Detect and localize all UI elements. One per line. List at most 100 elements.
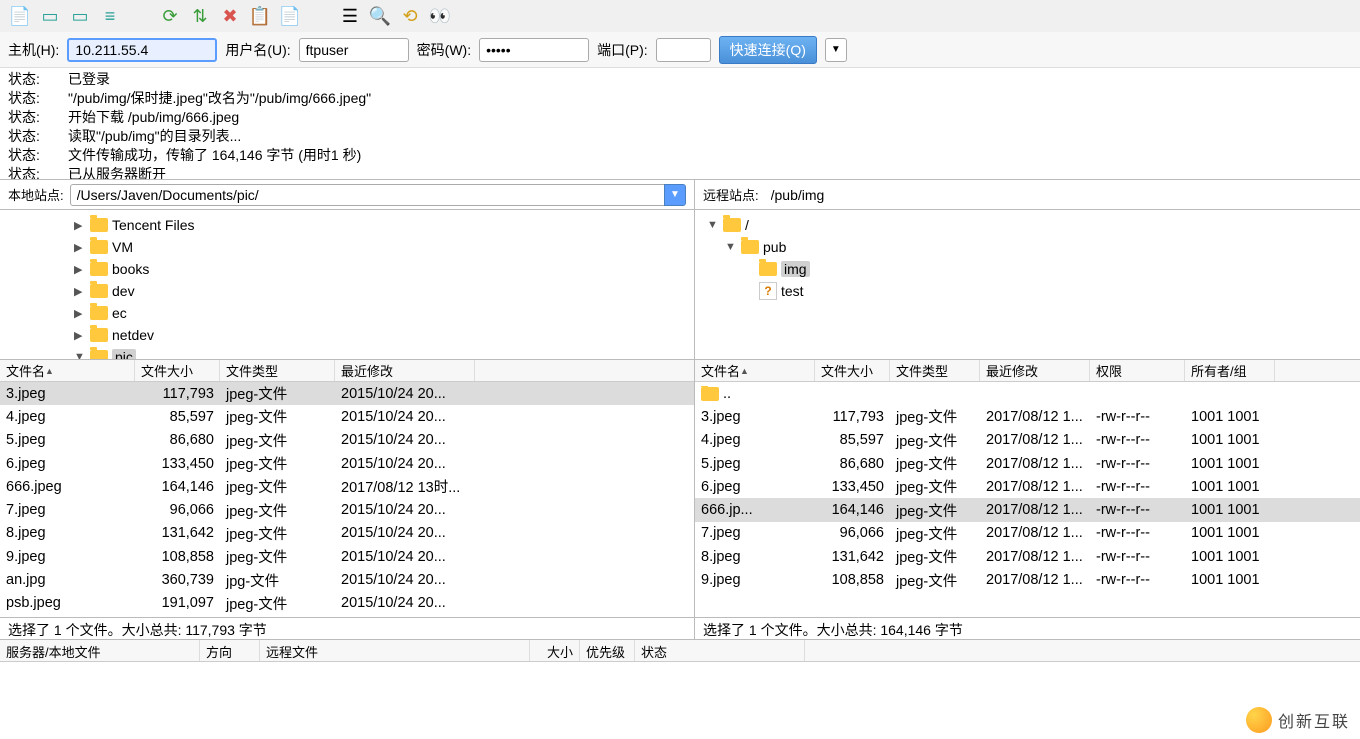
col-remote-file[interactable]: 远程文件 <box>260 640 530 661</box>
file-permissions: -rw-r--r-- <box>1090 456 1185 472</box>
expand-icon[interactable]: ▼ <box>725 241 737 253</box>
expand-icon[interactable]: ▼ <box>74 351 86 359</box>
col-filesize[interactable]: 文件大小 <box>815 360 890 381</box>
file-row[interactable]: 666.jpeg164,146jpeg-文件2017/08/12 13时... <box>0 475 694 498</box>
remote-list-header[interactable]: 文件名 文件大小 文件类型 最近修改 权限 所有者/组 <box>695 360 1360 382</box>
col-size[interactable]: 大小 <box>530 640 580 661</box>
expand-icon[interactable]: ▶ <box>74 241 86 254</box>
expand-icon[interactable]: ▶ <box>74 285 86 298</box>
local-path-dropdown[interactable]: ▼ <box>664 184 686 206</box>
expand-icon[interactable]: ▶ <box>74 307 86 320</box>
file-row[interactable]: 3.jpeg117,793jpeg-文件2015/10/24 20... <box>0 382 694 405</box>
col-filetype[interactable]: 文件类型 <box>890 360 980 381</box>
col-owner[interactable]: 所有者/组 <box>1185 360 1275 381</box>
log-message: 开始下载 /pub/img/666.jpeg <box>68 108 239 127</box>
file-row[interactable]: 666.jp...164,146jpeg-文件2017/08/12 1...-r… <box>695 498 1360 521</box>
file-size: 85,597 <box>815 432 890 448</box>
tree-item[interactable]: ▼pub <box>695 236 1360 258</box>
binoculars-icon[interactable]: 👀 <box>428 4 452 28</box>
refresh-icon[interactable]: ⟳ <box>158 4 182 28</box>
file-row[interactable]: 3.jpeg117,793jpeg-文件2017/08/12 1...-rw-r… <box>695 405 1360 428</box>
file-row[interactable]: 6.jpeg133,450jpeg-文件2015/10/24 20... <box>0 452 694 475</box>
expand-icon[interactable]: ▶ <box>74 263 86 276</box>
quickconnect-dropdown[interactable]: ▼ <box>825 38 847 62</box>
file-row[interactable]: 4.jpeg85,597jpeg-文件2017/08/12 1...-rw-r-… <box>695 429 1360 452</box>
search-icon[interactable]: 🔍 <box>368 4 392 28</box>
col-permissions[interactable]: 权限 <box>1090 360 1185 381</box>
local-tree[interactable]: ▶Tencent Files▶VM▶books▶dev▶ec▶netdev▼pi… <box>0 210 695 359</box>
port-input[interactable] <box>656 38 711 62</box>
file-name: 6.jpeg <box>695 479 815 495</box>
pass-label: 密码(W): <box>417 40 471 60</box>
col-modified[interactable]: 最近修改 <box>335 360 475 381</box>
file-name: 4.jpeg <box>695 432 815 448</box>
tree-item[interactable]: ▶netdev <box>0 324 694 346</box>
cancel-icon[interactable]: ✖ <box>218 4 242 28</box>
file-row[interactable]: an.jpg360,739jpg-文件2015/10/24 20... <box>0 568 694 591</box>
file-row[interactable]: 7.jpeg96,066jpeg-文件2015/10/24 20... <box>0 498 694 521</box>
transfer-queue[interactable] <box>0 662 1360 739</box>
col-filetype[interactable]: 文件类型 <box>220 360 335 381</box>
file-owner: 1001 1001 <box>1185 525 1275 541</box>
expand-icon[interactable]: ▼ <box>707 219 719 231</box>
toggle-tree-icon[interactable]: ▭ <box>68 4 92 28</box>
username-input[interactable] <box>299 38 409 62</box>
file-row[interactable]: 4.jpeg85,597jpeg-文件2015/10/24 20... <box>0 405 694 428</box>
file-size: 133,450 <box>135 456 220 472</box>
col-status[interactable]: 状态 <box>635 640 805 661</box>
remote-file-list[interactable]: ..3.jpeg117,793jpeg-文件2017/08/12 1...-rw… <box>695 382 1360 617</box>
tree-item[interactable]: ▶books <box>0 258 694 280</box>
quickconnect-button[interactable]: 快速连接(Q) <box>719 36 817 64</box>
local-file-list[interactable]: 3.jpeg117,793jpeg-文件2015/10/24 20...4.jp… <box>0 382 694 617</box>
expand-icon[interactable]: ▶ <box>74 329 86 342</box>
local-list-header[interactable]: 文件名 文件大小 文件类型 最近修改 <box>0 360 694 382</box>
file-name: 3.jpeg <box>0 386 135 402</box>
file-row[interactable]: 6.jpeg133,450jpeg-文件2017/08/12 1...-rw-r… <box>695 475 1360 498</box>
file-row[interactable]: psb.jpeg191,097jpeg-文件2015/10/24 20... <box>0 592 694 615</box>
tree-item[interactable]: ▼pic <box>0 346 694 359</box>
reconnect-icon[interactable]: 📄 <box>278 4 302 28</box>
expand-icon[interactable]: ▶ <box>74 219 86 232</box>
file-type: jpeg-文件 <box>890 546 980 567</box>
process-icon[interactable]: ⇅ <box>188 4 212 28</box>
tree-item[interactable]: ▶dev <box>0 280 694 302</box>
sync-icon[interactable]: ⟲ <box>398 4 422 28</box>
file-row[interactable]: 9.jpeg108,858jpeg-文件2017/08/12 1...-rw-r… <box>695 568 1360 591</box>
filter-icon[interactable]: ☰ <box>338 4 362 28</box>
file-row[interactable]: 5.jpeg86,680jpeg-文件2015/10/24 20... <box>0 429 694 452</box>
file-row[interactable]: 8.jpeg131,642jpeg-文件2015/10/24 20... <box>0 522 694 545</box>
col-direction[interactable]: 方向 <box>200 640 260 661</box>
file-type: jpeg-文件 <box>890 523 980 544</box>
toggle-queue-icon[interactable]: ≡ <box>98 4 122 28</box>
file-row[interactable]: 8.jpeg131,642jpeg-文件2017/08/12 1...-rw-r… <box>695 545 1360 568</box>
file-type: jpeg-文件 <box>220 500 335 521</box>
tree-item[interactable]: ?test <box>695 280 1360 302</box>
col-filename[interactable]: 文件名 <box>0 360 135 381</box>
tree-item[interactable]: img <box>695 258 1360 280</box>
col-filename[interactable]: 文件名 <box>695 360 815 381</box>
message-log[interactable]: 状态:已登录状态:"/pub/img/保时捷.jpeg"改名为"/pub/img… <box>0 68 1360 180</box>
queue-header[interactable]: 服务器/本地文件 方向 远程文件 大小 优先级 状态 <box>0 640 1360 662</box>
tree-item[interactable]: ▶Tencent Files <box>0 214 694 236</box>
local-path-input[interactable] <box>70 184 680 206</box>
remote-path-input[interactable] <box>765 184 1352 206</box>
file-date: 2015/10/24 20... <box>335 456 475 472</box>
col-priority[interactable]: 优先级 <box>580 640 635 661</box>
tree-item[interactable]: ▶ec <box>0 302 694 324</box>
tree-item[interactable]: ▼/ <box>695 214 1360 236</box>
remote-tree[interactable]: ▼/▼pubimg?test <box>695 210 1360 359</box>
site-manager-icon[interactable]: 📄 <box>8 4 32 28</box>
col-filesize[interactable]: 文件大小 <box>135 360 220 381</box>
file-row[interactable]: .. <box>695 382 1360 405</box>
file-row[interactable]: 5.jpeg86,680jpeg-文件2017/08/12 1...-rw-r-… <box>695 452 1360 475</box>
disconnect-icon[interactable]: 📋 <box>248 4 272 28</box>
file-row[interactable]: 7.jpeg96,066jpeg-文件2017/08/12 1...-rw-r-… <box>695 522 1360 545</box>
file-row[interactable]: 9.jpeg108,858jpeg-文件2015/10/24 20... <box>0 545 694 568</box>
col-modified[interactable]: 最近修改 <box>980 360 1090 381</box>
file-name: psb.jpeg <box>0 595 135 611</box>
password-input[interactable] <box>479 38 589 62</box>
toggle-log-icon[interactable]: ▭ <box>38 4 62 28</box>
tree-item[interactable]: ▶VM <box>0 236 694 258</box>
col-server-file[interactable]: 服务器/本地文件 <box>0 640 200 661</box>
host-input[interactable] <box>67 38 217 62</box>
